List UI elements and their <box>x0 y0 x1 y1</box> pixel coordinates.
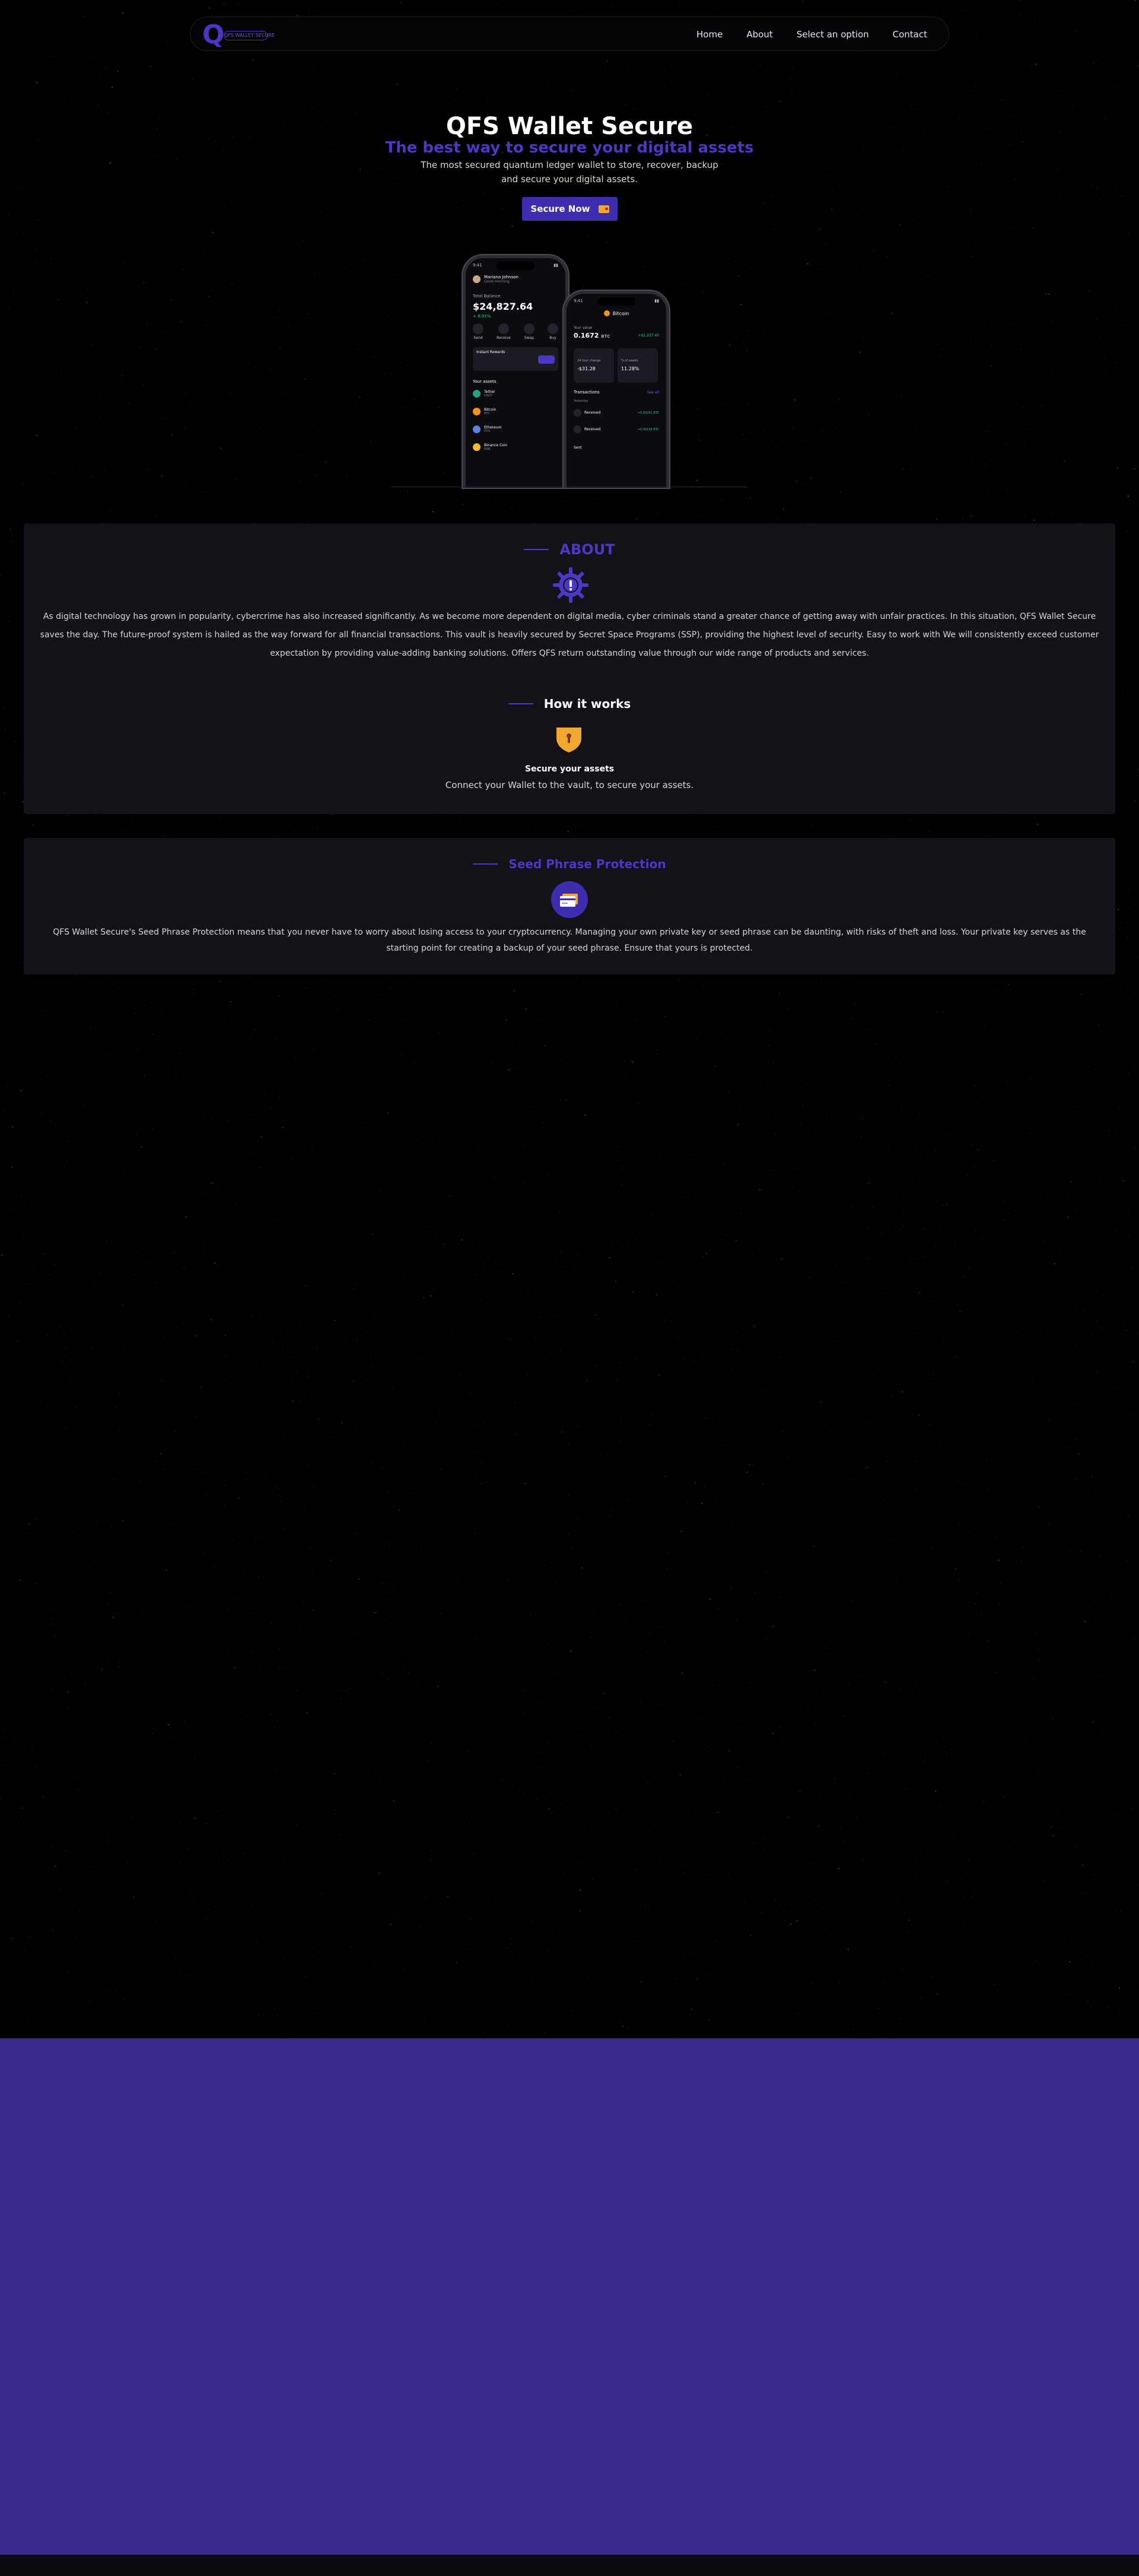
phone-bitcoin-screen: 9:41 ▮▮ Bitcoin Your value 0.1672 BTC +$… <box>564 291 669 488</box>
tx-bottom: Sent <box>574 446 582 450</box>
stat-label: % of assets <box>621 359 638 363</box>
tx-row: Received +0.00241 BTC <box>574 409 659 417</box>
phone-user-name: Mariana Johnson <box>484 275 518 279</box>
gear-icon <box>553 567 588 603</box>
binance-coin-icon <box>473 443 481 451</box>
step-text: Connect your Wallet to the vault, to sec… <box>445 780 694 790</box>
promo-image <box>538 355 555 364</box>
asset-row: Tether USDT <box>473 390 558 398</box>
stat-value: -$31.28 <box>577 366 596 371</box>
wallet-icon <box>598 205 609 213</box>
heading-dash <box>473 863 498 865</box>
tx-name: Received <box>584 427 601 431</box>
tether-icon <box>473 390 481 398</box>
about-text: As digital technology has grown in popul… <box>40 612 1099 658</box>
send-icon <box>473 323 483 334</box>
tx-amount: +0.00156 BTC <box>637 427 659 431</box>
stat-card: % of assets 11.28% <box>618 348 658 383</box>
coin-title: Bitcoin <box>612 310 629 316</box>
shield-icon <box>556 728 581 752</box>
phone-user-sub: Good morning <box>484 279 510 284</box>
nav-link-home[interactable]: Home <box>696 29 723 40</box>
secure-now-button[interactable]: Secure Now <box>522 197 618 221</box>
card-icon <box>551 881 588 918</box>
tx-icon <box>574 425 581 433</box>
nav-link-contact[interactable]: Contact <box>893 29 927 40</box>
phone-time: 9:41 <box>574 298 583 303</box>
avatar <box>473 275 481 283</box>
asset-row: Binance Coin BNB <box>473 443 558 451</box>
phone-wallet-screen: 9:41 ▮▮ Mariana Johnson Good morning Tot… <box>463 255 568 488</box>
asset-sub: BNB <box>484 447 491 451</box>
action-send: Send <box>473 336 483 340</box>
how-it-works-title: How it works <box>543 697 631 711</box>
about-heading: ABOUT <box>24 541 1115 558</box>
ethereum-icon <box>473 425 481 433</box>
heading-dash <box>524 549 549 550</box>
stat-label: 24 hour change <box>577 359 601 363</box>
step-title: Secure your assets <box>524 764 615 774</box>
phones-mockup: 9:41 ▮▮ Mariana Johnson Good morning Tot… <box>392 255 747 488</box>
hero-description: The most secured quantum ledger wallet t… <box>421 160 718 185</box>
asset-name: Bitcoin <box>484 408 497 412</box>
navbar: Q QFS WALLET SECURE Home About Select an… <box>190 17 949 51</box>
logo-text: QFS WALLET SECURE <box>224 31 275 40</box>
secure-now-label: Secure Now <box>530 204 590 214</box>
tx-amount: +0.00241 BTC <box>637 411 659 415</box>
nav-link-about[interactable]: About <box>746 29 772 40</box>
asset-row: Ethereum ETH <box>473 425 558 433</box>
tx-row: Received +0.00156 BTC <box>574 425 659 433</box>
seed-phrase-section: Seed Phrase Protection QFS Wallet Secure… <box>24 838 1115 974</box>
assets-label: Your assets <box>473 379 497 384</box>
heading-dash <box>508 703 533 704</box>
swap-icon <box>523 323 534 334</box>
about-title: ABOUT <box>559 541 615 558</box>
asset-name: Tether <box>484 390 495 394</box>
buy-icon <box>547 323 558 334</box>
balance-value: $24,827.64 <box>473 301 533 312</box>
receive-icon <box>498 323 509 334</box>
see-all-link[interactable]: See all <box>647 390 659 395</box>
footer-band <box>0 2038 1139 2555</box>
logo[interactable]: Q QFS WALLET SECURE <box>202 22 279 48</box>
bitcoin-icon <box>603 310 610 316</box>
balance-change: + 8.91% <box>473 314 491 319</box>
bitcoin-icon <box>473 408 481 415</box>
hero-subtitle: The best way to secure your digital asse… <box>385 139 754 157</box>
seed-heading: Seed Phrase Protection <box>24 857 1115 871</box>
how-it-works-heading: How it works <box>24 697 1115 711</box>
seed-title: Seed Phrase Protection <box>508 857 666 871</box>
action-buy: Buy <box>549 336 556 340</box>
action-receive: Receive <box>497 336 511 340</box>
stat-card: 24 hour change -$31.28 <box>574 348 614 383</box>
about-section: ABOUT As digital technology has grown in… <box>24 523 1115 814</box>
promo-title: Instant Rewards <box>476 350 505 354</box>
tx-icon <box>574 409 581 417</box>
tx-name: Received <box>584 411 601 415</box>
battery-icon: ▮▮ <box>553 263 558 268</box>
asset-name: Ethereum <box>484 425 502 430</box>
coin-unit: BTC <box>601 334 610 339</box>
promo-card: Instant Rewards <box>473 347 558 371</box>
phone-time: 9:41 <box>473 263 482 268</box>
value-label: Your value <box>574 326 593 330</box>
asset-row: Bitcoin BTC <box>473 408 558 415</box>
asset-sub: USDT <box>484 394 492 398</box>
nav-select-option[interactable]: Select an option <box>797 29 869 40</box>
action-swap: Swap <box>524 336 534 340</box>
coin-value-usd: +$1,237.40 <box>638 333 659 338</box>
hero-title: QFS Wallet Secure <box>446 113 693 140</box>
asset-sub: BTC <box>484 412 490 415</box>
transactions-label: Transactions <box>574 390 600 395</box>
balance-label: Total Balance <box>473 294 501 298</box>
coin-value: 0.1672 <box>574 332 599 339</box>
bottom-strip <box>0 2555 1139 2576</box>
seed-text: QFS Wallet Secure's Seed Phrase Protecti… <box>53 928 1086 953</box>
nav-links: Home About Select an option Contact <box>696 17 927 52</box>
asset-name: Binance Coin <box>484 443 508 447</box>
battery-icon: ▮▮ <box>654 298 659 303</box>
tx-date: Yesterday <box>574 399 588 403</box>
stat-value: 11.28% <box>621 366 640 371</box>
asset-sub: ETH <box>484 430 490 433</box>
